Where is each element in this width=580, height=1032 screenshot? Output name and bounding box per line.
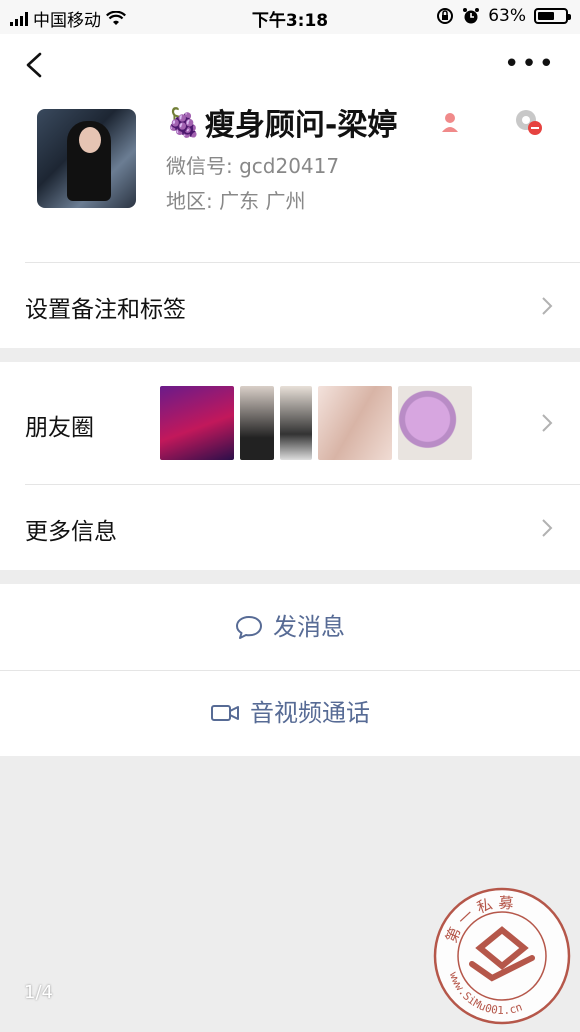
moments-thumbnail — [160, 386, 234, 460]
moments-row[interactable]: 朋友圈 — [0, 362, 580, 484]
send-message-label: 发消息 — [273, 613, 345, 641]
send-message-button[interactable]: 发消息 — [0, 584, 580, 670]
back-icon[interactable] — [18, 48, 52, 82]
battery-icon — [534, 8, 571, 24]
female-icon — [442, 113, 458, 132]
page-indicator: 1/4 — [24, 982, 53, 1003]
moments-thumbnail — [280, 386, 312, 460]
wechat-id: 微信号: gcd20417 — [166, 154, 340, 178]
nav-bar: ••• — [0, 34, 580, 96]
profile-header: 🍇 瘦身顾问-梁婷 微信号: gcd20417 地区: 广东 广州 — [0, 96, 580, 262]
more-options-icon[interactable]: ••• — [504, 51, 556, 77]
avatar[interactable] — [37, 109, 136, 208]
moments-thumbnail — [318, 386, 392, 460]
moments-label: 朋友圈 — [25, 415, 94, 441]
moments-thumbnail — [398, 386, 472, 460]
chevron-right-icon — [542, 297, 553, 315]
more-info-row[interactable]: 更多信息 — [0, 484, 580, 570]
moments-thumbnail — [240, 386, 274, 460]
more-info-label: 更多信息 — [25, 519, 117, 545]
orientation-lock-icon — [437, 8, 454, 24]
profile-name-row: 🍇 瘦身顾问-梁婷 — [166, 100, 397, 144]
video-call-label: 音视频通话 — [250, 699, 370, 727]
video-camera-icon — [211, 705, 239, 721]
alarm-icon — [463, 8, 480, 24]
watermark-seal: 第 一 私 募 www.SiMu001.cn — [433, 887, 571, 1025]
remark-tags-label: 设置备注和标签 — [25, 297, 186, 323]
moments-thumbnails — [160, 386, 472, 460]
video-call-button[interactable]: 音视频通话 — [0, 670, 580, 756]
remark-tags-row[interactable]: 设置备注和标签 — [0, 262, 580, 348]
battery-percent: 63% — [488, 6, 526, 26]
star-friend-blocked-icon[interactable] — [512, 106, 544, 138]
grape-icon: 🍇 — [166, 105, 201, 139]
chevron-right-icon — [542, 519, 553, 537]
chat-bubble-icon — [236, 616, 262, 639]
profile-name: 瘦身顾问-梁婷 — [204, 108, 398, 143]
region: 地区: 广东 广州 — [166, 189, 306, 213]
chevron-right-icon — [542, 414, 553, 432]
status-bar: 中国移动 下午3:18 63% — [0, 0, 580, 34]
